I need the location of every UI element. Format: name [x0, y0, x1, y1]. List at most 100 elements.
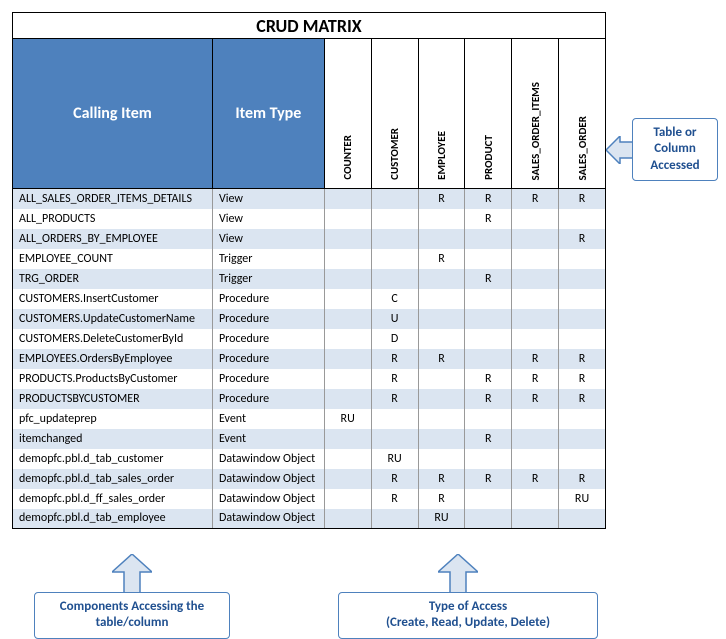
- cell-item-type: Datawindow Object: [212, 449, 324, 469]
- cell-access: RU: [559, 489, 606, 509]
- cell-item-type: Datawindow Object: [212, 489, 324, 509]
- cell-access: [559, 289, 606, 309]
- cell-access: [465, 309, 512, 329]
- cell-item-type: Event: [212, 429, 324, 449]
- cell-access: R: [559, 229, 606, 249]
- table-row: PRODUCTSBYCUSTOMERProcedureRRRR: [13, 389, 606, 409]
- cell-access: R: [371, 469, 418, 489]
- cell-calling-item: ALL_PRODUCTS: [13, 209, 213, 229]
- callout-table-column: Table or Column Accessed: [632, 118, 718, 181]
- table-row: PRODUCTS.ProductsByCustomerProcedureRRRR: [13, 369, 606, 389]
- cell-access: [324, 209, 371, 229]
- cell-calling-item: pfc_updateprep: [13, 409, 213, 429]
- cell-access: [512, 489, 559, 509]
- table-row: CUSTOMERS.DeleteCustomerByIdProcedureD: [13, 329, 606, 349]
- cell-access: [324, 249, 371, 269]
- cell-item-type: View: [212, 229, 324, 249]
- cell-access: R: [465, 369, 512, 389]
- col-employee: EMPLOYEE: [418, 39, 465, 189]
- cell-access: [324, 269, 371, 289]
- cell-access: [512, 209, 559, 229]
- cell-access: [465, 409, 512, 429]
- cell-access: [465, 489, 512, 509]
- cell-access: R: [418, 349, 465, 369]
- cell-access: [324, 489, 371, 509]
- cell-access: R: [418, 489, 465, 509]
- cell-access: [512, 409, 559, 429]
- cell-access: R: [371, 349, 418, 369]
- cell-access: R: [512, 469, 559, 489]
- cell-access: [418, 209, 465, 229]
- cell-access: RU: [371, 449, 418, 469]
- cell-access: [465, 249, 512, 269]
- callout-access-type: Type of Access (Create, Read, Update, De…: [338, 592, 598, 639]
- table-row: demopfc.pbl.d_tab_customerDatawindow Obj…: [13, 449, 606, 469]
- cell-access: R: [465, 269, 512, 289]
- cell-access: R: [559, 349, 606, 369]
- cell-access: [418, 449, 465, 469]
- cell-calling-item: demopfc.pbl.d_ff_sales_order: [13, 489, 213, 509]
- cell-access: R: [559, 369, 606, 389]
- cell-access: [371, 409, 418, 429]
- cell-access: [324, 429, 371, 449]
- cell-access: [559, 329, 606, 349]
- table-row: EMPLOYEE_COUNTTriggerR: [13, 249, 606, 269]
- cell-access: [324, 189, 371, 209]
- cell-access: [465, 509, 512, 529]
- cell-access: [559, 409, 606, 429]
- cell-access: [559, 429, 606, 449]
- cell-access: D: [371, 329, 418, 349]
- col-product: PRODUCT: [465, 39, 512, 189]
- table-row: CUSTOMERS.InsertCustomerProcedureC: [13, 289, 606, 309]
- header-calling-item: Calling Item: [13, 39, 213, 189]
- table-row: CUSTOMERS.UpdateCustomerNameProcedureU: [13, 309, 606, 329]
- cell-access: R: [418, 189, 465, 209]
- table-row: pfc_updateprepEventRU: [13, 409, 606, 429]
- cell-calling-item: PRODUCTSBYCUSTOMER: [13, 389, 213, 409]
- table-row: ALL_SALES_ORDER_ITEMS_DETAILSViewRRRR: [13, 189, 606, 209]
- cell-access: [324, 369, 371, 389]
- col-sales-order: SALES_ORDER: [559, 39, 606, 189]
- table-row: itemchangedEventR: [13, 429, 606, 449]
- cell-access: [418, 289, 465, 309]
- cell-calling-item: TRG_ORDER: [13, 269, 213, 289]
- cell-access: [512, 249, 559, 269]
- table-row: ALL_ORDERS_BY_EMPLOYEEViewR: [13, 229, 606, 249]
- cell-access: [418, 369, 465, 389]
- cell-access: RU: [418, 509, 465, 529]
- cell-access: [324, 509, 371, 529]
- cell-item-type: Procedure: [212, 309, 324, 329]
- cell-access: [371, 429, 418, 449]
- arrow-right-icon: [606, 136, 634, 164]
- cell-access: R: [371, 389, 418, 409]
- cell-access: [418, 269, 465, 289]
- cell-access: R: [465, 389, 512, 409]
- cell-access: [512, 289, 559, 309]
- cell-access: [418, 409, 465, 429]
- cell-access: R: [465, 469, 512, 489]
- cell-access: R: [512, 369, 559, 389]
- cell-item-type: Procedure: [212, 289, 324, 309]
- cell-access: [371, 229, 418, 249]
- cell-calling-item: EMPLOYEE_COUNT: [13, 249, 213, 269]
- cell-calling-item: demopfc.pbl.d_tab_sales_order: [13, 469, 213, 489]
- cell-access: [371, 269, 418, 289]
- table-row: demopfc.pbl.d_ff_sales_orderDatawindow O…: [13, 489, 606, 509]
- cell-access: R: [371, 369, 418, 389]
- cell-access: R: [418, 469, 465, 489]
- col-counter: COUNTER: [324, 39, 371, 189]
- cell-access: [559, 209, 606, 229]
- cell-access: [371, 189, 418, 209]
- cell-access: [324, 229, 371, 249]
- cell-access: [465, 289, 512, 309]
- cell-access: RU: [324, 409, 371, 429]
- cell-calling-item: demopfc.pbl.d_tab_employee: [13, 509, 213, 529]
- cell-item-type: Procedure: [212, 389, 324, 409]
- cell-access: [512, 229, 559, 249]
- callout-components: Components Accessing the table/column: [34, 592, 230, 639]
- cell-item-type: Trigger: [212, 269, 324, 289]
- cell-access: [512, 269, 559, 289]
- cell-calling-item: CUSTOMERS.DeleteCustomerById: [13, 329, 213, 349]
- cell-calling-item: CUSTOMERS.UpdateCustomerName: [13, 309, 213, 329]
- cell-access: R: [559, 189, 606, 209]
